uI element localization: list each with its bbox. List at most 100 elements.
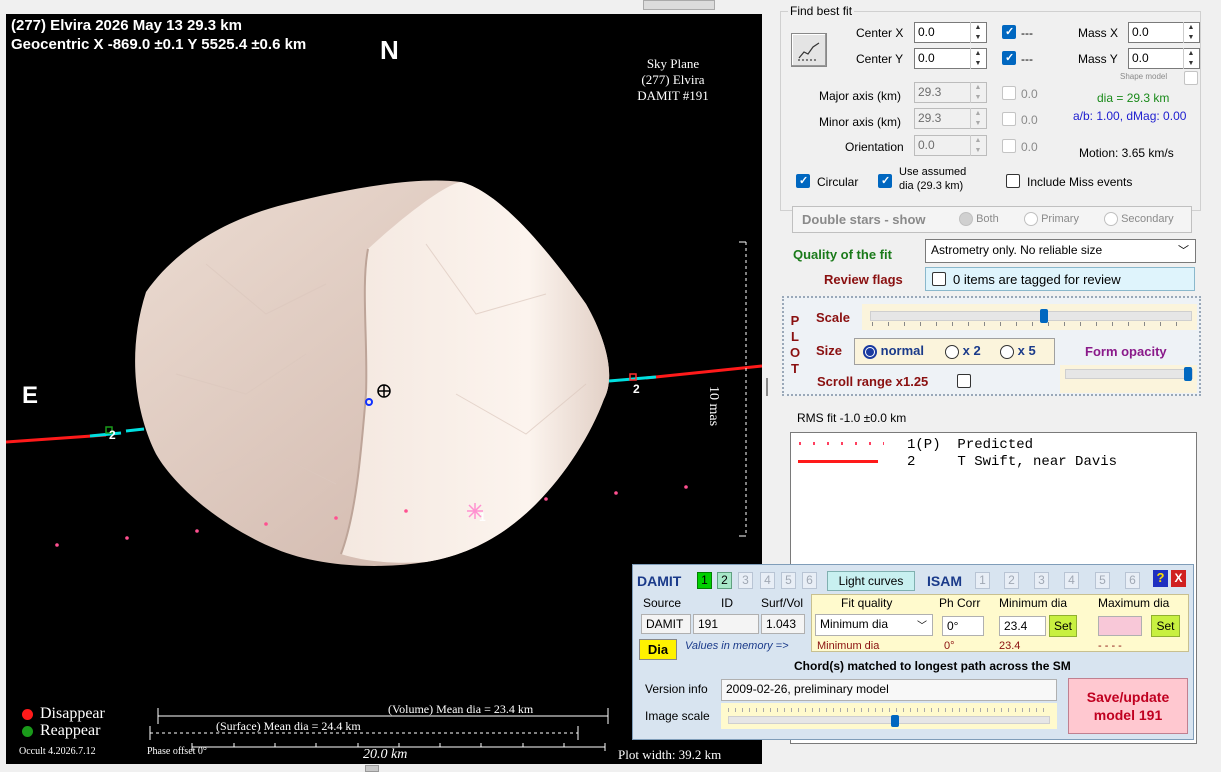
isam-model-4-button[interactable]: 4	[1064, 572, 1079, 589]
sky-plane-title: Sky Plane	[646, 56, 700, 71]
shape-model-label: Shape model	[1120, 72, 1168, 81]
quality-select-value: Astrometry only. No reliable size	[931, 243, 1103, 257]
set-min-dia-button[interactable]: Set	[1049, 615, 1077, 637]
occult-version: Occult 4.2026.7.12	[19, 746, 96, 757]
opacity-slider-thumb[interactable]	[1184, 367, 1192, 381]
isam-model-2-button[interactable]: 2	[1004, 572, 1019, 589]
fit-plot-button[interactable]	[791, 33, 827, 67]
chords-matched-note: Chord(s) matched to longest path across …	[794, 659, 1071, 673]
chord-label: 2	[633, 382, 640, 396]
damit-model-2-button[interactable]: 2	[717, 572, 732, 589]
damit-model-1-button[interactable]: 1	[697, 572, 712, 589]
center-y-spinner[interactable]: ▲ ▼	[970, 48, 985, 69]
set-max-dia-button[interactable]: Set	[1151, 615, 1180, 637]
shape-model-checkbox[interactable]	[1184, 71, 1198, 85]
chord-list-item[interactable]: 2 T Swift, near Davis	[907, 454, 1117, 470]
center-y-check-label: ---	[1021, 52, 1033, 66]
min-dia-input[interactable]: 23.4	[999, 616, 1046, 636]
memory-fit-quality: Minimum dia	[817, 640, 880, 652]
center-x-checkbox[interactable]	[1002, 25, 1016, 39]
max-dia-input[interactable]	[1098, 616, 1142, 636]
double-both-option[interactable]: Both	[959, 212, 999, 226]
isam-model-6-button[interactable]: 6	[1125, 572, 1140, 589]
include-miss-checkbox[interactable]	[1006, 174, 1020, 188]
quality-select[interactable]: Astrometry only. No reliable size ﹀	[925, 239, 1196, 263]
review-flags-checkbox[interactable]	[932, 272, 946, 286]
help-icon[interactable]: ?	[1153, 570, 1168, 587]
reappear-dot-icon	[22, 725, 33, 737]
size-normal-option[interactable]: normal	[863, 343, 924, 359]
center-y-label: Center Y	[856, 52, 904, 66]
double-primary-option[interactable]: Primary	[1024, 212, 1079, 226]
north-indicator: N	[380, 35, 399, 65]
isam-model-3-button[interactable]: 3	[1034, 572, 1049, 589]
size-x5-option[interactable]: x 5	[1000, 343, 1036, 359]
mass-y-spinner[interactable]: ▲ ▼	[1183, 48, 1198, 69]
east-indicator: E	[22, 382, 39, 409]
isam-model-5-button[interactable]: 5	[1095, 572, 1110, 589]
mass-x-spinner[interactable]: ▲ ▼	[1183, 22, 1198, 43]
save-update-model-button[interactable]: Save/update model 191	[1068, 678, 1188, 734]
center-y-checkbox[interactable]	[1002, 51, 1016, 65]
secondary-radio[interactable]	[1104, 212, 1118, 226]
fit-quality-select[interactable]: Minimum dia ﹀	[815, 614, 933, 636]
scale-slider-ticks	[872, 322, 1192, 326]
mass-x-label: Mass X	[1078, 26, 1119, 40]
light-curves-button[interactable]: Light curves	[827, 571, 915, 591]
primary-radio[interactable]	[1024, 212, 1038, 226]
size-normal-radio[interactable]	[863, 344, 877, 359]
damit-model-6-button[interactable]: 6	[802, 572, 817, 589]
scroll-grip-icon[interactable]	[365, 765, 379, 772]
mass-y-label: Mass Y	[1078, 52, 1118, 66]
dia-button[interactable]: Dia	[639, 639, 677, 660]
center-x-check-label: ---	[1021, 26, 1033, 40]
center-x-spinner[interactable]: ▲ ▼	[970, 22, 985, 43]
size-x2-radio[interactable]	[945, 344, 959, 359]
orientation-spinner[interactable]: ▲ ▼	[970, 135, 985, 156]
source-header: Source	[643, 596, 682, 610]
diameter-readout: dia = 29.3 km	[1097, 91, 1170, 105]
major-axis-check-label: 0.0	[1021, 87, 1038, 101]
both-radio[interactable]	[959, 212, 973, 226]
chord-list-item[interactable]: 1(P) Predicted	[907, 437, 1033, 453]
major-axis-label: Major axis (km)	[819, 89, 902, 103]
minor-axis-checkbox[interactable]	[1002, 112, 1016, 126]
opacity-slider-track[interactable]	[1065, 369, 1193, 379]
review-flags-label: Review flags	[824, 272, 903, 287]
size-x5-radio[interactable]	[1000, 344, 1014, 359]
scale-slider-track[interactable]	[870, 311, 1192, 321]
isam-model-1-button[interactable]: 1	[975, 572, 990, 589]
scroll-range-checkbox[interactable]	[957, 374, 971, 388]
close-icon[interactable]: X	[1171, 570, 1186, 587]
rms-fit-label: RMS fit -1.0 ±0.0 km	[797, 411, 907, 425]
size-x2-option[interactable]: x 2	[945, 343, 981, 359]
double-secondary-option[interactable]: Secondary	[1104, 212, 1174, 226]
review-flags-text: 0 items are tagged for review	[953, 272, 1121, 287]
sky-plane-damit: DAMIT #191	[637, 88, 709, 103]
circular-checkbox[interactable]	[796, 174, 810, 188]
ph-corr-input[interactable]: 0°	[942, 616, 984, 636]
max-dia-header: Maximum dia	[1098, 596, 1170, 610]
major-axis-spinner[interactable]: ▲ ▼	[970, 82, 985, 103]
major-axis-checkbox[interactable]	[1002, 86, 1016, 100]
memory-ph-corr: 0°	[944, 640, 955, 652]
minor-axis-spinner[interactable]: ▲ ▼	[970, 108, 985, 129]
plot-letter: O	[789, 345, 801, 360]
damit-model-5-button[interactable]: 5	[781, 572, 796, 589]
circular-label: Circular	[817, 175, 859, 189]
use-assumed-dia-label: dia (29.3 km)	[899, 180, 964, 192]
image-scale-track[interactable]	[728, 716, 1050, 724]
plot-title-geocentric: Geocentric X -869.0 ±0.1 Y 5525.4 ±0.6 k…	[11, 36, 307, 53]
top-scroll-grip[interactable]	[643, 0, 715, 10]
use-assumed-dia-checkbox[interactable]	[878, 174, 892, 188]
splitter-handle[interactable]	[766, 378, 768, 396]
image-scale-thumb[interactable]	[891, 715, 899, 727]
orientation-checkbox[interactable]	[1002, 139, 1016, 153]
chord-label: 1	[479, 510, 486, 524]
damit-label: DAMIT	[637, 573, 682, 589]
damit-model-4-button[interactable]: 4	[760, 572, 775, 589]
chevron-down-icon: ﹀	[1178, 245, 1189, 257]
occult-asteroid-plot-window: (277) Elvira 2026 May 13 29.3 km Geocent…	[0, 0, 1221, 772]
damit-model-3-button[interactable]: 3	[738, 572, 753, 589]
scale-slider-thumb[interactable]	[1040, 309, 1048, 323]
